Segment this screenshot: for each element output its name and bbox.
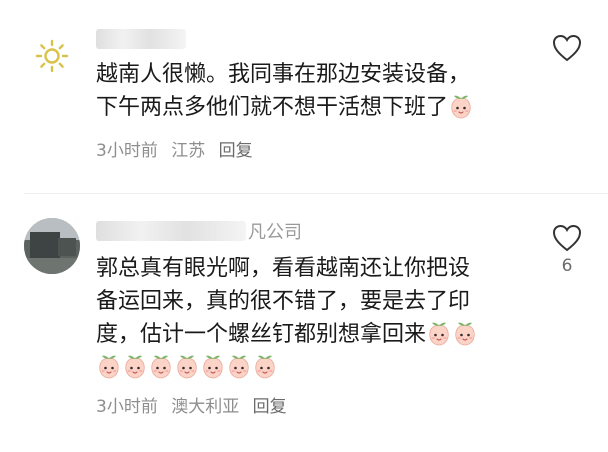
- like-count: 6: [561, 256, 573, 276]
- username[interactable]: 凡公司: [96, 218, 302, 244]
- comment-text: 郭总真有眼光啊，看看越南还让你把设 备运回来，真的很不错了，要是去了印 度，估计…: [96, 252, 516, 384]
- comment-meta: 3小时前 江苏 回复: [96, 136, 261, 161]
- comment-item: 凡公司 郭总真有眼光啊，看看越南还让你把设 备运回来，真的很不错了，要是去了印 …: [0, 194, 608, 452]
- comment-list: 越南人很懒。我同事在那边安装设备， 下午两点多他们就不想干活想下班了 3小时前 …: [0, 0, 608, 452]
- emoji-row: [448, 95, 474, 120]
- comment-line: 越南人很懒。我同事在那边安装设备，: [96, 62, 471, 87]
- peach-face-emoji: [177, 355, 197, 379]
- reply-button[interactable]: 回复: [219, 141, 253, 161]
- peach-face-emoji: [203, 355, 223, 379]
- peach-face-emoji: [255, 355, 275, 379]
- timestamp: 3小时前: [96, 141, 158, 161]
- comment-line: 郭总真有眼光啊，看看越南还让你把设: [96, 256, 471, 281]
- peach-face-emoji: [429, 322, 449, 346]
- avatar-photo: [24, 218, 80, 274]
- heart-outline-icon: [552, 34, 582, 62]
- comment-meta: 3小时前 澳大利亚 回复: [96, 392, 295, 417]
- comment-line: 度，估计一个螺丝钉都别想拿回来: [96, 322, 427, 347]
- comment-line: 下午两点多他们就不想干活想下班了: [96, 95, 449, 120]
- emoji-row: [426, 322, 478, 347]
- like-button[interactable]: 6: [550, 224, 584, 276]
- timestamp: 3小时前: [96, 397, 158, 417]
- comment-line: 备运回来，真的很不错了，要是去了印: [96, 289, 471, 314]
- peach-face-emoji: [125, 355, 145, 379]
- like-button[interactable]: [550, 34, 584, 66]
- peach-face-emoji: [99, 355, 119, 379]
- peach-face-emoji: [151, 355, 171, 379]
- location: 江苏: [171, 141, 206, 161]
- avatar[interactable]: [24, 218, 80, 274]
- peach-face-emoji: [455, 322, 475, 346]
- comment-text: 越南人很懒。我同事在那边安装设备， 下午两点多他们就不想干活想下班了: [96, 58, 516, 124]
- avatar[interactable]: [32, 36, 72, 76]
- comment-item: 越南人很懒。我同事在那边安装设备， 下午两点多他们就不想干活想下班了 3小时前 …: [0, 0, 608, 194]
- sun-icon: [35, 39, 69, 73]
- heart-outline-icon: [552, 224, 582, 252]
- blurred-username: [96, 221, 246, 241]
- username[interactable]: [96, 28, 188, 50]
- peach-face-emoji: [451, 95, 471, 119]
- blurred-username: [96, 29, 186, 49]
- peach-face-emoji: [229, 355, 249, 379]
- location: 澳大利亚: [171, 397, 240, 417]
- emoji-row: [96, 351, 516, 384]
- reply-button[interactable]: 回复: [253, 397, 287, 417]
